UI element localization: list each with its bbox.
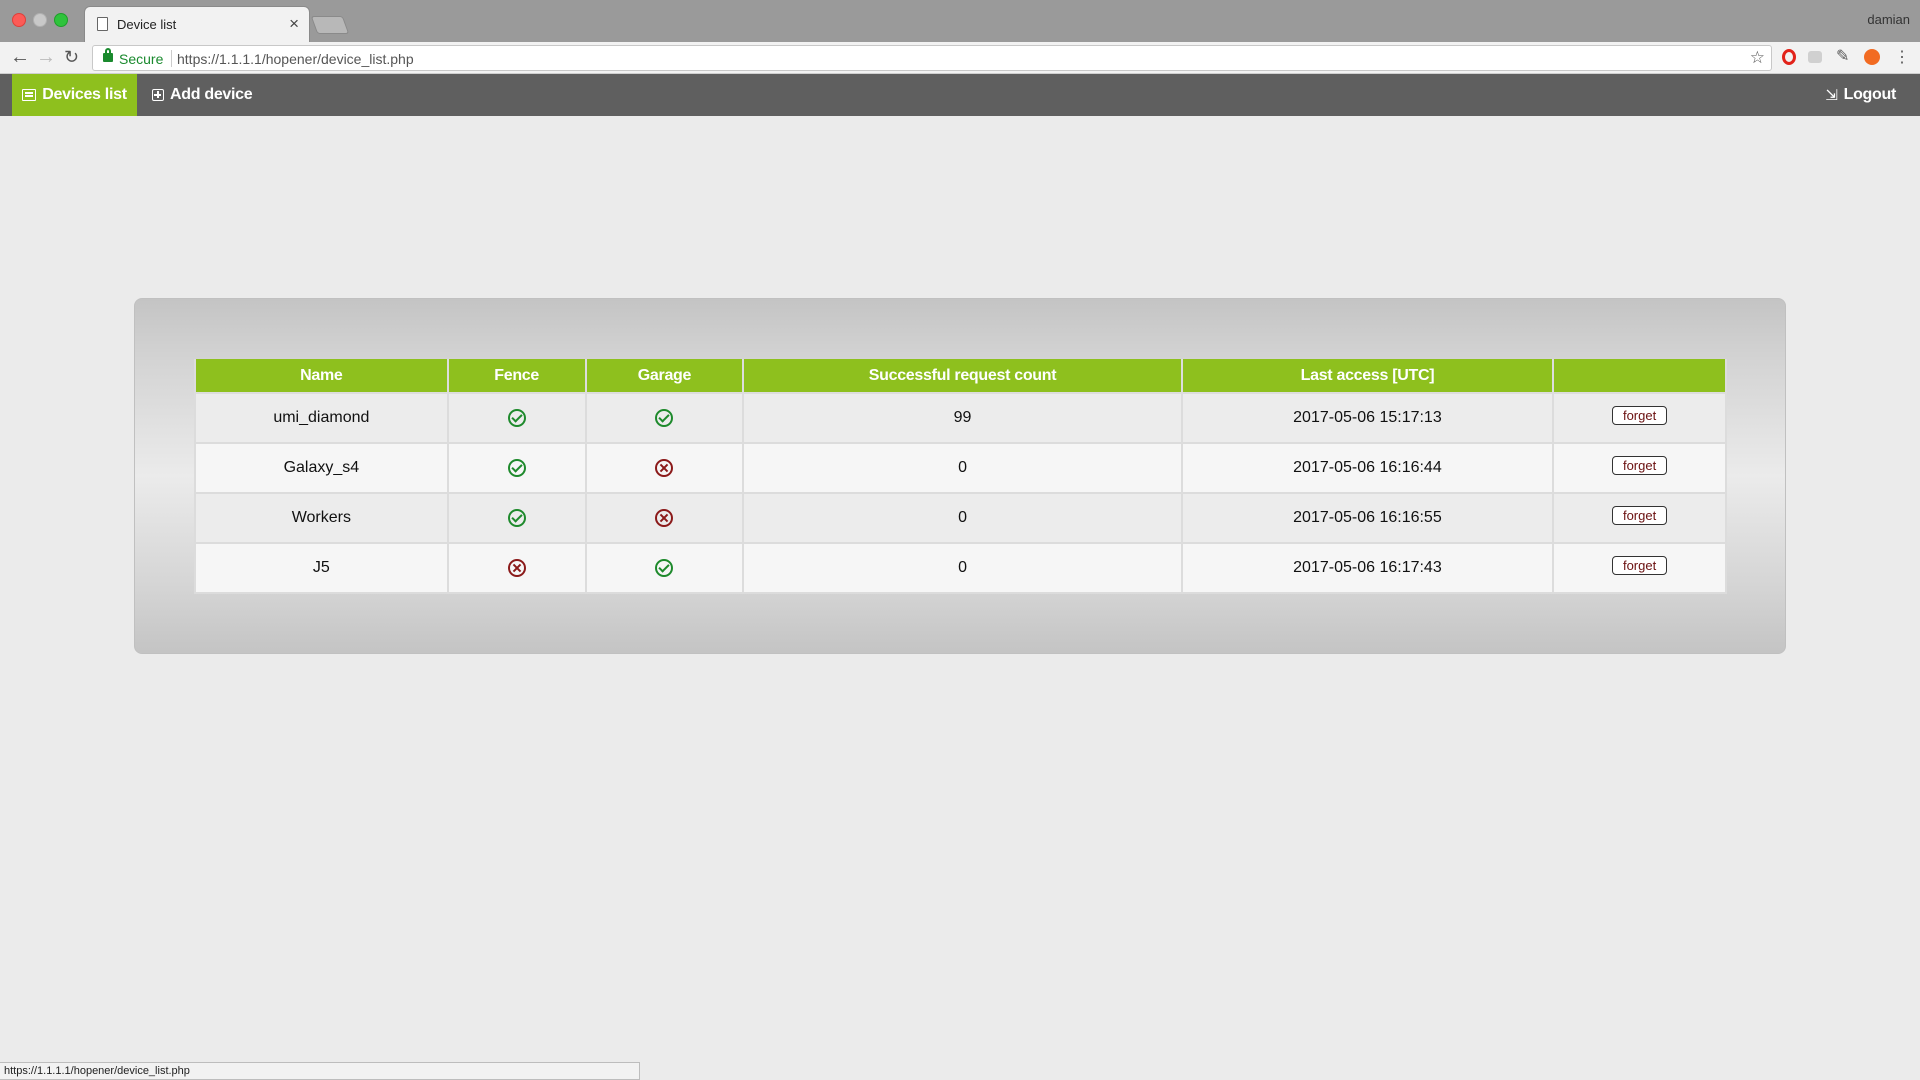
opera-icon[interactable] — [1782, 49, 1796, 65]
close-window-button[interactable] — [12, 13, 26, 27]
header-garage: Garage — [584, 359, 745, 394]
header-fence: Fence — [446, 359, 587, 394]
cast-icon[interactable] — [1808, 51, 1822, 63]
table-row: Workers 0 2017-05-06 16:16:55 forget — [194, 492, 1727, 544]
last-access: 2017-05-06 16:16:55 — [1180, 492, 1555, 544]
lock-icon — [103, 48, 113, 62]
device-table: Name Fence Garage Successful request cou… — [194, 359, 1727, 594]
nav-add-device[interactable]: Add device — [152, 74, 253, 116]
request-count: 0 — [742, 542, 1183, 594]
nav-logout[interactable]: ⇲ Logout — [1825, 74, 1896, 116]
new-tab-button[interactable] — [310, 16, 350, 34]
garage-status — [584, 542, 745, 594]
last-access: 2017-05-06 16:17:43 — [1180, 542, 1555, 594]
fence-status — [446, 542, 587, 594]
browser-titlebar: Device list × damian — [0, 0, 1920, 42]
header-request-count: Successful request count — [742, 359, 1183, 394]
url-text[interactable]: https://1.1.1.1/hopener/device_list.php — [177, 51, 414, 67]
list-icon — [22, 89, 37, 101]
browser-toolbar: ← → ↻ Secure https://1.1.1.1/hopener/dev… — [0, 42, 1920, 74]
check-circle-icon — [655, 558, 674, 577]
back-arrow-icon[interactable]: ← — [10, 46, 30, 68]
header-name: Name — [194, 359, 449, 394]
nav-logout-label: Logout — [1843, 86, 1897, 103]
header-actions — [1552, 359, 1727, 394]
eyedropper-icon[interactable]: ✎ — [1836, 46, 1849, 66]
reload-icon[interactable]: ↻ — [64, 46, 79, 68]
x-circle-icon — [655, 508, 674, 527]
secure-label: Secure — [119, 51, 164, 67]
last-access: 2017-05-06 16:16:44 — [1180, 442, 1555, 494]
device-name: umi_diamond — [194, 392, 449, 444]
garage-status — [584, 442, 745, 494]
fence-status — [446, 442, 587, 494]
adblock-icon[interactable] — [1864, 49, 1880, 65]
table-header-row: Name Fence Garage Successful request cou… — [194, 359, 1727, 394]
app-nav-bar: Devices list Add device ⇲ Logout — [0, 74, 1920, 116]
logout-icon: ⇲ — [1825, 87, 1838, 104]
actions-cell: forget — [1552, 492, 1727, 544]
address-bar[interactable]: Secure https://1.1.1.1/hopener/device_li… — [92, 45, 1772, 71]
garage-status — [584, 392, 745, 444]
actions-cell: forget — [1552, 442, 1727, 494]
garage-status — [584, 492, 745, 544]
divider — [171, 50, 172, 67]
tab-title: Device list — [117, 17, 177, 32]
forget-button[interactable]: forget — [1611, 455, 1668, 475]
x-circle-icon — [507, 558, 526, 577]
forward-arrow-icon[interactable]: → — [36, 46, 56, 68]
last-access: 2017-05-06 15:17:13 — [1180, 392, 1555, 444]
check-circle-icon — [507, 508, 526, 527]
header-last-access: Last access [UTC] — [1180, 359, 1555, 394]
check-circle-icon — [655, 408, 674, 427]
plus-box-icon — [152, 89, 164, 101]
profile-name[interactable]: damian — [1867, 12, 1910, 27]
fence-status — [446, 492, 587, 544]
table-row: umi_diamond 99 2017-05-06 15:17:13 forget — [194, 392, 1727, 444]
minimize-window-button[interactable] — [33, 13, 47, 27]
actions-cell: forget — [1552, 542, 1727, 594]
request-count: 0 — [742, 442, 1183, 494]
device-name: Workers — [194, 492, 449, 544]
device-name: J5 — [194, 542, 449, 594]
table-row: Galaxy_s4 0 2017-05-06 16:16:44 forget — [194, 442, 1727, 494]
forget-button[interactable]: forget — [1611, 555, 1668, 575]
maximize-window-button[interactable] — [54, 13, 68, 27]
actions-cell: forget — [1552, 392, 1727, 444]
bookmark-star-icon[interactable]: ☆ — [1750, 48, 1765, 68]
forget-button[interactable]: forget — [1611, 405, 1668, 425]
check-circle-icon — [507, 408, 526, 427]
device-name: Galaxy_s4 — [194, 442, 449, 494]
nav-add-device-label: Add device — [170, 86, 253, 103]
request-count: 99 — [742, 392, 1183, 444]
check-circle-icon — [507, 458, 526, 477]
x-circle-icon — [655, 458, 674, 477]
close-tab-icon[interactable]: × — [289, 14, 299, 34]
nav-devices-list-label: Devices list — [42, 86, 127, 103]
table-row: J5 0 2017-05-06 16:17:43 forget — [194, 542, 1727, 594]
document-icon — [97, 17, 108, 31]
more-menu-icon[interactable]: ⋮ — [1894, 47, 1910, 67]
request-count: 0 — [742, 492, 1183, 544]
forget-button[interactable]: forget — [1611, 505, 1668, 525]
browser-tab[interactable]: Device list × — [84, 6, 310, 42]
fence-status — [446, 392, 587, 444]
nav-devices-list[interactable]: Devices list — [12, 74, 137, 116]
status-bar-url: https://1.1.1.1/hopener/device_list.php — [0, 1062, 640, 1080]
